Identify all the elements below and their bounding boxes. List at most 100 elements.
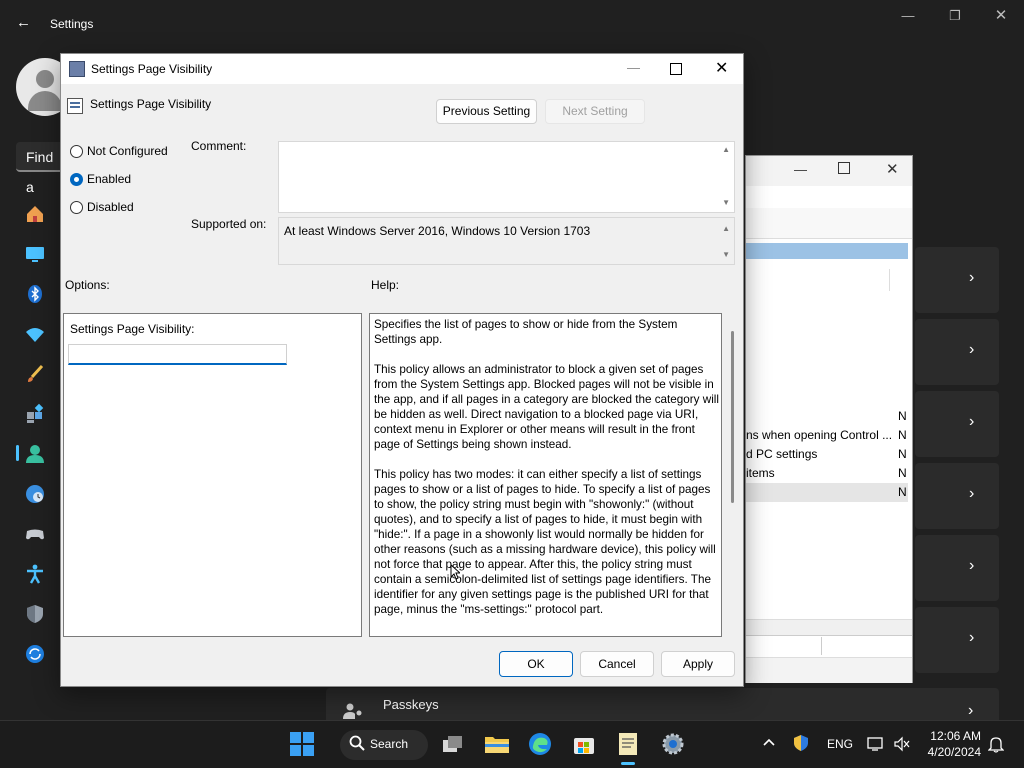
minimize-icon[interactable]: — [627, 60, 640, 75]
previous-setting-button[interactable]: Previous Setting [436, 99, 537, 124]
maximize-icon[interactable] [670, 63, 682, 75]
radio-label: Enabled [87, 172, 132, 186]
option-name-label: Settings Page Visibility: [70, 322, 195, 336]
gamepad-icon[interactable] [24, 523, 46, 545]
row-name: ns when opening Control ... [746, 428, 893, 442]
wifi-icon[interactable] [24, 323, 46, 345]
scroll-down-icon[interactable]: ▼ [722, 198, 730, 207]
notification-bell-icon[interactable] [987, 735, 1005, 756]
clock-globe-icon[interactable] [24, 483, 46, 505]
table-row[interactable]: N [746, 407, 912, 426]
close-icon[interactable]: ✕ [715, 58, 728, 78]
minimize-icon[interactable]: — [893, 8, 923, 23]
search-label: Search [370, 737, 409, 751]
notepad-icon[interactable] [616, 731, 640, 755]
close-icon[interactable]: ✕ [886, 160, 899, 178]
help-paragraph: This policy has two modes: it can either… [374, 468, 716, 616]
maximize-icon[interactable] [838, 162, 850, 174]
settings-search-input[interactable]: Find a [16, 142, 64, 195]
windows-start-icon[interactable] [290, 732, 314, 756]
accessibility-icon[interactable] [24, 563, 46, 585]
radio-label: Not Configured [87, 144, 168, 158]
file-explorer-icon[interactable] [484, 732, 509, 756]
vertical-scrollbar[interactable]: ▲ ▼ [718, 142, 734, 212]
system-icon[interactable] [24, 243, 46, 265]
policy-editor-titlebar: — ✕ [746, 156, 912, 186]
help-paragraph: This policy allows an administrator to b… [374, 363, 719, 451]
policy-setting-dialog: Settings Page Visibility — ✕ Settings Pa… [60, 53, 744, 687]
row-state: N [898, 428, 907, 442]
view-tabs[interactable] [746, 635, 912, 658]
apps-icon[interactable] [24, 403, 46, 425]
network-icon[interactable] [867, 736, 885, 755]
scroll-up-icon[interactable]: ▲ [722, 224, 730, 233]
supported-on-field: At least Windows Server 2016, Windows 10… [278, 217, 735, 265]
settings-card[interactable]: › [915, 535, 999, 601]
restore-icon[interactable]: ❐ [940, 8, 970, 24]
clock-date[interactable]: 4/20/2024 [924, 745, 981, 759]
passkeys-icon [343, 703, 363, 719]
horizontal-scrollbar[interactable] [746, 619, 912, 636]
settings-gear-icon[interactable] [661, 732, 685, 756]
radio-label: Disabled [87, 200, 134, 214]
radio-button[interactable] [70, 201, 83, 214]
dialog-titlebar: Settings Page Visibility — ✕ [61, 54, 743, 84]
next-setting-button[interactable]: Next Setting [545, 99, 645, 124]
settings-card[interactable]: › [915, 463, 999, 529]
shield-icon[interactable] [24, 603, 46, 625]
minimize-icon[interactable]: — [794, 162, 807, 177]
radio-button[interactable] [70, 173, 83, 186]
table-row[interactable]: items N [746, 464, 912, 483]
chevron-up-icon[interactable] [762, 736, 776, 750]
scroll-up-icon[interactable]: ▲ [722, 145, 730, 154]
volume-muted-icon[interactable] [893, 736, 911, 755]
selected-row[interactable] [746, 243, 908, 259]
bluetooth-icon[interactable] [24, 283, 46, 305]
close-icon[interactable]: ✕ [986, 6, 1016, 24]
help-paragraph: Specifies the list of pages to show or h… [374, 318, 678, 346]
mouse-cursor-icon [450, 563, 462, 583]
row-name: items [746, 466, 775, 480]
security-shield-icon[interactable] [792, 734, 810, 755]
tab-divider [821, 637, 822, 655]
settings-card[interactable]: › [915, 607, 999, 673]
toolbar [746, 208, 912, 239]
search-icon [349, 735, 365, 754]
chevron-right-icon: › [969, 557, 975, 574]
brush-icon[interactable] [24, 363, 46, 385]
help-scrollbar-thumb[interactable] [731, 331, 734, 503]
task-view-icon[interactable] [441, 732, 465, 756]
help-label: Help: [371, 278, 400, 292]
chevron-right-icon: › [968, 702, 974, 719]
scroll-down-icon[interactable]: ▼ [722, 250, 730, 259]
microsoft-store-icon[interactable] [572, 732, 596, 756]
update-icon[interactable] [24, 643, 46, 665]
clock-time[interactable]: 12:06 AM [929, 729, 981, 743]
chevron-right-icon: › [969, 485, 975, 502]
settings-page-visibility-input[interactable] [68, 344, 287, 365]
table-row[interactable]: ns when opening Control ... N [746, 426, 912, 445]
language-indicator[interactable]: ENG [827, 737, 853, 751]
comment-textarea[interactable]: ▲ ▼ [278, 141, 735, 213]
settings-card[interactable]: › [915, 391, 999, 457]
accounts-icon[interactable] [24, 443, 46, 465]
nav-selected-indicator [16, 445, 19, 461]
ok-button[interactable]: OK [499, 651, 573, 677]
status-bar [746, 657, 912, 683]
edge-browser-icon[interactable] [528, 732, 552, 756]
home-icon[interactable] [24, 203, 46, 225]
chevron-right-icon: › [969, 413, 975, 430]
cancel-button[interactable]: Cancel [580, 651, 654, 677]
comment-label: Comment: [191, 139, 247, 153]
settings-title: Settings [50, 17, 94, 31]
back-arrow-icon[interactable]: ← [16, 14, 31, 31]
table-row[interactable]: d PC settings N [746, 445, 912, 464]
supported-on-label: Supported on: [191, 217, 267, 231]
settings-card[interactable]: › [915, 319, 999, 385]
apply-button[interactable]: Apply [661, 651, 735, 677]
settings-card[interactable]: › [915, 247, 999, 313]
chevron-right-icon: › [969, 269, 975, 286]
table-row[interactable]: N [746, 483, 912, 502]
chevron-right-icon: › [969, 629, 975, 646]
radio-button[interactable] [70, 145, 83, 158]
